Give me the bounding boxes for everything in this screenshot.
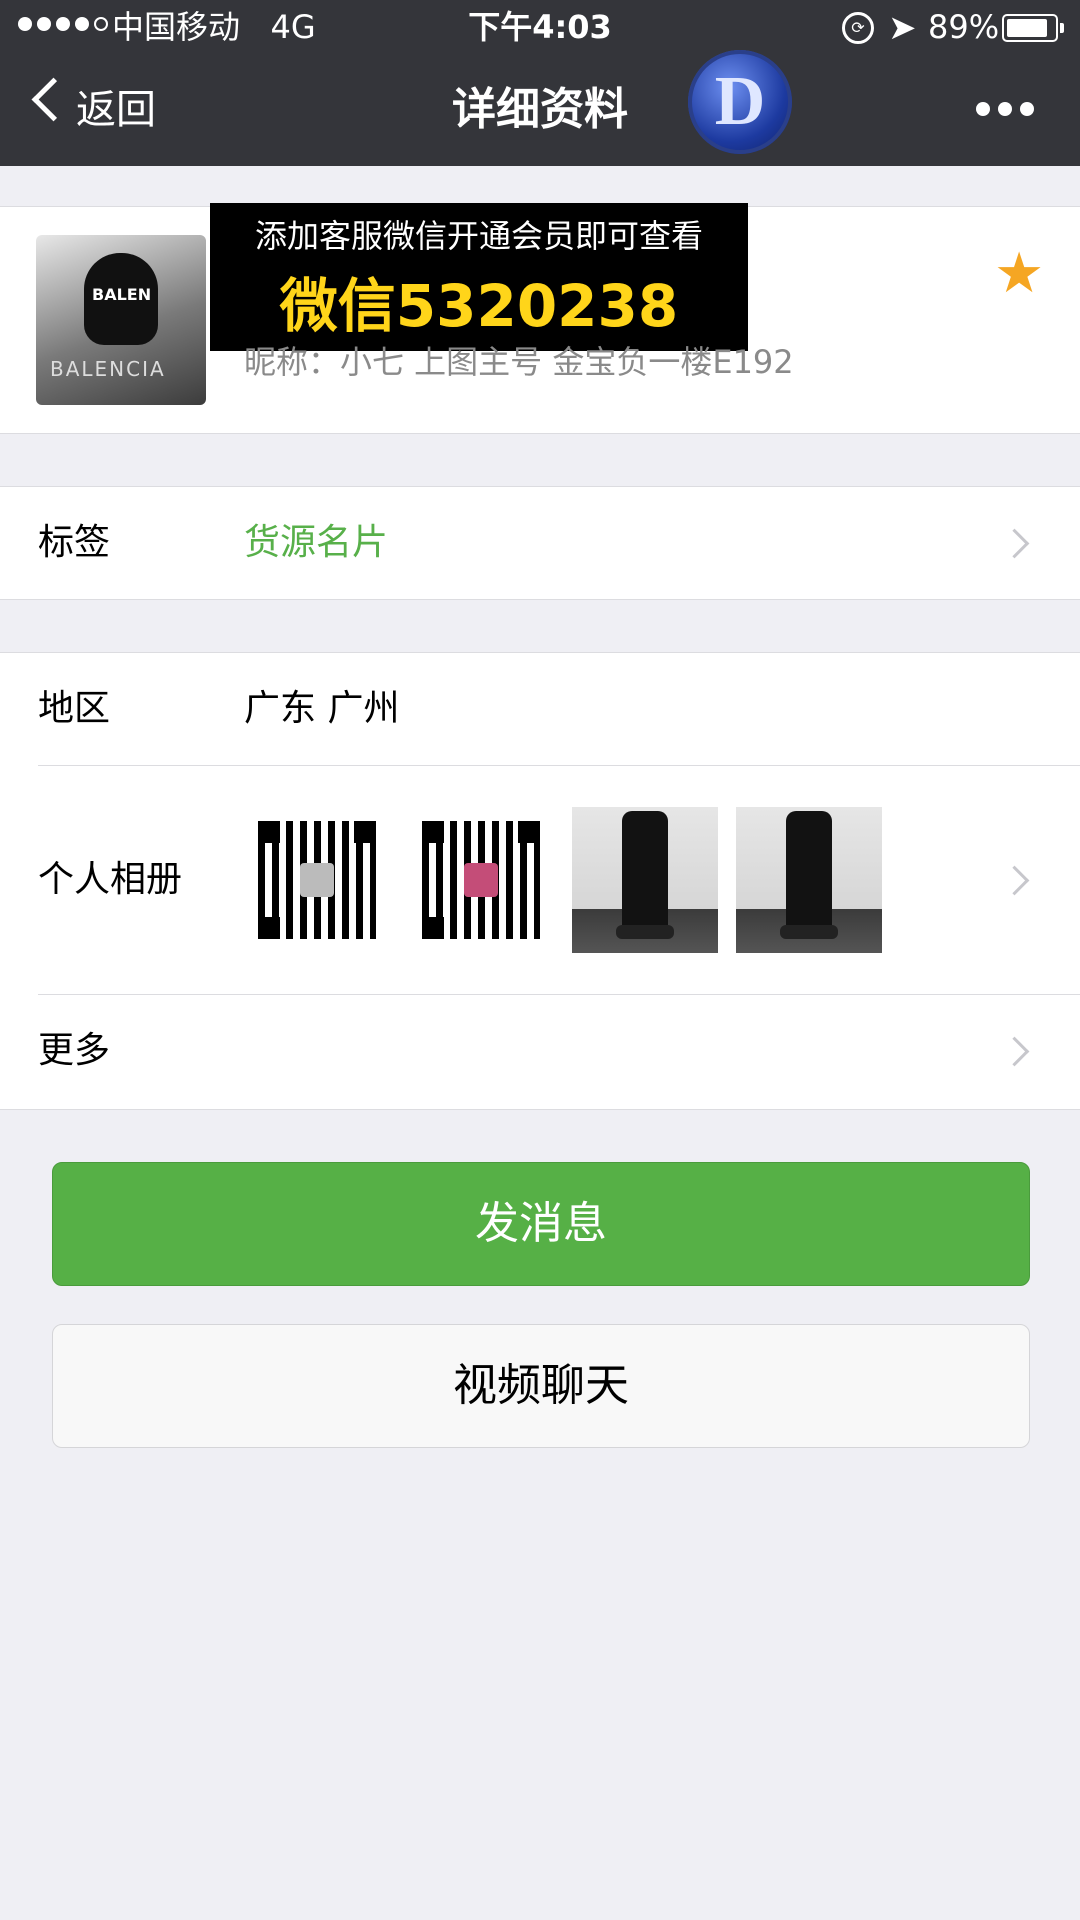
album-photo-pants[interactable]	[572, 807, 718, 953]
region-label: 地区	[38, 688, 111, 729]
album-photos	[244, 807, 882, 953]
send-message-button[interactable]: 发消息	[52, 1162, 1030, 1286]
avatar-hood-text: BALEN	[92, 285, 152, 304]
location-arrow-icon: ➤	[888, 8, 917, 48]
tags-value: 货源名片	[244, 522, 389, 563]
logo: D	[688, 50, 792, 154]
album-photo-qr-code[interactable]	[408, 807, 554, 953]
avatar[interactable]: BALEN BALENCIA	[36, 235, 206, 405]
tags-row[interactable]: 标签 货源名片	[0, 486, 1080, 600]
video-chat-button[interactable]: 视频聊天	[52, 1324, 1030, 1448]
region-value: 广东 广州	[244, 688, 400, 729]
watermark-banner: 添加客服微信开通会员即可查看 微信5320238	[210, 203, 748, 351]
logo-letter: D	[714, 63, 766, 140]
banner-text: 添加客服微信开通会员即可查看	[254, 217, 703, 255]
details-group: 地区 广东 广州 个人相册 更多	[0, 652, 1080, 1110]
tags-label: 标签	[38, 522, 111, 563]
page-title: 详细资料	[452, 84, 628, 135]
chevron-right-icon	[999, 528, 1030, 559]
star-icon[interactable]: ★	[994, 241, 1044, 306]
navigation-bar: 返回 详细资料 D	[0, 50, 1080, 166]
more-options-icon[interactable]	[976, 102, 1034, 116]
clock: 下午4:03	[468, 8, 612, 46]
album-row[interactable]: 个人相册	[0, 766, 1080, 994]
region-row: 地区 广东 广州	[0, 653, 1080, 765]
album-photo-pants[interactable]	[736, 807, 882, 953]
status-bar: 中国移动 4G 下午4:03 ⟳ ➤ 89%	[0, 0, 1080, 54]
album-photo-qr-code[interactable]	[244, 807, 390, 953]
banner-wechat-id: 微信5320238	[279, 272, 679, 340]
battery-percentage: 89%	[928, 8, 1000, 46]
avatar-body-text: BALENCIA	[50, 357, 166, 381]
more-row[interactable]: 更多	[0, 995, 1080, 1107]
chevron-right-icon	[999, 1036, 1030, 1067]
chevron-right-icon	[999, 865, 1030, 896]
rotation-lock-icon: ⟳	[842, 12, 874, 44]
more-label: 更多	[38, 1030, 111, 1071]
album-label: 个人相册	[38, 859, 183, 900]
battery-icon	[1002, 14, 1064, 42]
nickname: 昵称：小七 上图主号 金宝负一楼E192	[244, 343, 794, 381]
profile-card: BALEN BALENCIA 添加客服微信开通会员即可查看 微信5320238 …	[0, 203, 1080, 434]
